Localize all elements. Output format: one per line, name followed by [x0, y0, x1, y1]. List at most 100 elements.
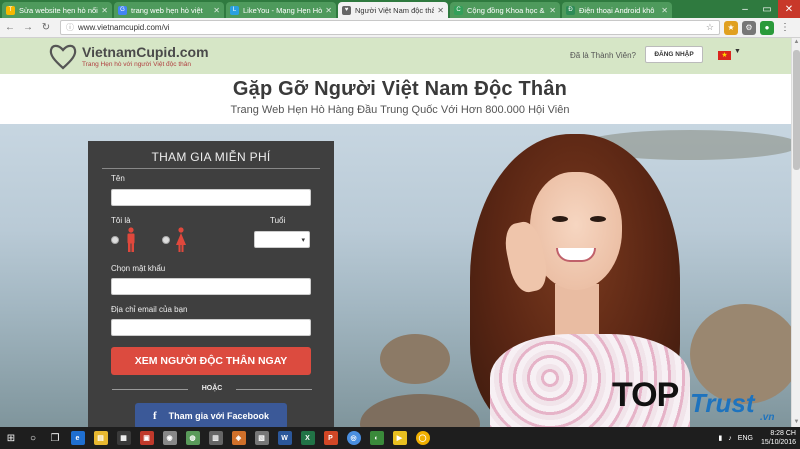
- hero-title: Gặp Gỡ Người Việt Nam Độc Thân: [232, 78, 568, 100]
- taskbar-app[interactable]: ◍: [181, 427, 204, 449]
- taskbar-app[interactable]: W: [273, 427, 296, 449]
- forward-arrow-icon[interactable]: →: [20, 20, 36, 36]
- search-icon[interactable]: ○: [22, 427, 44, 449]
- view-singles-button[interactable]: XEM NGƯỜI ĐỘC THÂN NGAY: [111, 347, 311, 375]
- browser-tab-3[interactable]: L LikeYou - Mạng Hẹn Hò ✕: [226, 2, 336, 18]
- tab-favicon-icon: T: [6, 5, 15, 15]
- watermark-vn-text: .vn: [760, 412, 775, 423]
- taskbar-app[interactable]: ◎: [342, 427, 365, 449]
- taskbar-app[interactable]: ▶: [388, 427, 411, 449]
- password-input[interactable]: [111, 278, 311, 295]
- watermark-top-text: TOP: [612, 376, 679, 414]
- signup-title: THAM GIA MIỄN PHÍ: [151, 150, 271, 164]
- tab-close-icon[interactable]: ✕: [549, 6, 556, 15]
- name-input[interactable]: [111, 189, 311, 206]
- male-radio[interactable]: [111, 236, 119, 244]
- minimize-icon[interactable]: –: [734, 0, 756, 18]
- extension-icon[interactable]: ⚙: [742, 20, 756, 35]
- browser-tab-4-active[interactable]: ♥ Người Việt Nam độc thâ ✕: [338, 2, 448, 18]
- tab-favicon-icon: C: [454, 5, 463, 15]
- brand-tagline: Trang Hẹn hò với người Việt độc thân: [82, 61, 191, 68]
- tab-title: Sửa website hẹn hò nổi: [19, 5, 98, 15]
- bookmark-star-icon[interactable]: ☆: [706, 22, 714, 33]
- tab-close-icon[interactable]: ✕: [437, 6, 444, 15]
- tab-title: LikeYou - Mạng Hẹn Hò: [243, 5, 323, 15]
- toptrust-watermark: TOP Trust .vn: [612, 376, 792, 428]
- taskbar-app[interactable]: ▥: [204, 427, 227, 449]
- i-am-label: Tôi là: [111, 216, 131, 225]
- extension-icon[interactable]: ●: [760, 20, 774, 35]
- browser-menu-icon[interactable]: ⋮: [780, 22, 790, 33]
- app-icon: ▶: [392, 431, 407, 445]
- page-scrollbar[interactable]: ▲ ▼: [791, 38, 800, 427]
- network-icon[interactable]: ▮: [718, 434, 722, 442]
- scroll-down-icon[interactable]: ▼: [792, 418, 800, 427]
- app-icon: ▥: [208, 431, 223, 445]
- chrome-icon: ◎: [346, 431, 361, 445]
- maximize-icon[interactable]: ▭: [756, 0, 778, 18]
- tab-title: Người Việt Nam độc thâ: [355, 5, 435, 15]
- tab-title: trang web hẹn hò việt: [131, 5, 203, 15]
- taskbar-app[interactable]: ▦: [112, 427, 135, 449]
- facebook-join-button[interactable]: f Tham gia với Facebook: [135, 403, 287, 429]
- member-question: Đã là Thành Viên?: [570, 51, 636, 60]
- app-icon: ◈: [231, 431, 246, 445]
- heart-logo-icon: [49, 44, 77, 70]
- scroll-thumb[interactable]: [793, 50, 800, 170]
- woman-eye: [590, 216, 606, 222]
- browser-tab-strip: T Sửa website hẹn hò nổi ✕ G trang web h…: [0, 0, 800, 18]
- taskbar-app[interactable]: ◐: [365, 427, 388, 449]
- language-dropdown-caret-icon[interactable]: ▼: [734, 48, 741, 55]
- app-icon: ▧: [254, 431, 269, 445]
- browser-tab-6[interactable]: Đ Điện thoại Android khô ✕: [562, 2, 672, 18]
- age-select[interactable]: ▾: [254, 231, 310, 248]
- facebook-button-label: Tham gia với Facebook: [168, 411, 270, 421]
- rock-shape: [360, 394, 480, 427]
- info-icon[interactable]: ⓘ: [66, 22, 74, 33]
- scroll-up-icon[interactable]: ▲: [792, 38, 800, 47]
- taskbar-app[interactable]: ◉: [158, 427, 181, 449]
- password-label: Chọn mật khẩu: [111, 264, 166, 273]
- email-input[interactable]: [111, 319, 311, 336]
- taskbar-app[interactable]: ▣: [135, 427, 158, 449]
- reload-icon[interactable]: ↻: [38, 20, 54, 36]
- female-radio[interactable]: [162, 236, 170, 244]
- task-view-icon[interactable]: ❐: [44, 427, 66, 449]
- system-clock[interactable]: 8:28 CH 15/10/2016: [761, 429, 796, 447]
- site-logo[interactable]: VietnamCupid.com Trang Hẹn hò với người …: [48, 41, 209, 71]
- close-window-icon[interactable]: ✕: [778, 0, 800, 18]
- brand-name: VietnamCupid.com: [82, 44, 209, 60]
- taskbar-app[interactable]: ▤: [89, 427, 112, 449]
- windows-start-icon[interactable]: ⊞: [0, 427, 22, 449]
- taskbar-app[interactable]: P: [319, 427, 342, 449]
- excel-icon: X: [300, 431, 315, 445]
- tab-title: Điện thoại Android khô: [579, 5, 655, 15]
- system-tray: ▮ ♪ ENG 8:28 CH 15/10/2016: [718, 427, 796, 449]
- chevron-down-icon: ▾: [301, 236, 305, 244]
- address-bar[interactable]: ⓘ www.vietnamcupid.com/vi ☆: [60, 20, 720, 35]
- volume-icon[interactable]: ♪: [728, 435, 732, 442]
- taskbar-app[interactable]: ▧: [250, 427, 273, 449]
- tab-close-icon[interactable]: ✕: [325, 6, 332, 15]
- browser-tab-1[interactable]: T Sửa website hẹn hò nổi ✕: [2, 2, 112, 18]
- windows-taskbar: ⊞ ○ ❐ e ▤ ▦ ▣ ◉ ◍ ▥ ◈ ▧ W X P ◎ ◐ ▶ ◯ ▮ …: [0, 427, 800, 449]
- tab-close-icon[interactable]: ✕: [101, 6, 108, 15]
- hero-subtitle: Trang Web Hẹn Hò Hàng Đầu Trung Quốc Với…: [230, 104, 570, 116]
- taskbar-app[interactable]: e: [66, 427, 89, 449]
- extension-icon[interactable]: ★: [724, 20, 738, 35]
- browser-tab-5[interactable]: C Cộng đồng Khoa học & ✕: [450, 2, 560, 18]
- store-icon: ▦: [116, 431, 131, 445]
- female-icon: [176, 227, 186, 252]
- taskbar-app[interactable]: ◈: [227, 427, 250, 449]
- tab-close-icon[interactable]: ✕: [213, 6, 220, 15]
- login-button[interactable]: ĐĂNG NHẬP: [645, 46, 703, 63]
- back-arrow-icon[interactable]: ←: [2, 20, 18, 36]
- taskbar-app[interactable]: X: [296, 427, 319, 449]
- taskbar-app[interactable]: ◯: [411, 427, 434, 449]
- browser-tab-2[interactable]: G trang web hẹn hò việt ✕: [114, 2, 224, 18]
- clock-time: 8:28 CH: [770, 430, 796, 437]
- site-header: VietnamCupid.com Trang Hẹn hò với người …: [0, 38, 800, 74]
- vietnam-flag-icon[interactable]: ★: [718, 51, 731, 60]
- tab-close-icon[interactable]: ✕: [661, 6, 668, 15]
- language-indicator[interactable]: ENG: [738, 435, 753, 442]
